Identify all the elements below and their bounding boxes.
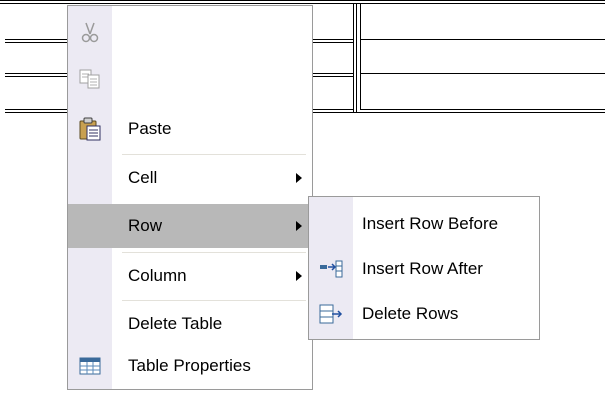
cut-icon	[78, 21, 102, 45]
menu-item-paste[interactable]: Paste	[68, 107, 312, 151]
menu-item-copy[interactable]	[68, 57, 312, 101]
insert-row-after-icon	[319, 257, 343, 281]
menu-separator	[122, 154, 306, 155]
paste-icon	[78, 117, 102, 141]
table-properties-icon	[78, 354, 102, 378]
submenu-arrow-icon	[296, 271, 302, 281]
menu-item-insert-row-after[interactable]: Insert Row After	[309, 247, 539, 291]
menu-item-cell[interactable]: Cell	[68, 156, 312, 200]
menu-item-insert-row-before[interactable]: Insert Row Before	[309, 202, 539, 246]
menu-item-label: Table Properties	[128, 356, 251, 375]
menu-item-label: Row	[128, 216, 163, 235]
menu-item-label: Insert Row Before	[362, 214, 499, 233]
menu-separator	[122, 252, 306, 253]
delete-rows-icon	[319, 302, 343, 326]
menu-item-label: Column	[128, 266, 187, 285]
menu-item-cut[interactable]	[68, 11, 312, 55]
menu-item-table-properties[interactable]: Table Properties	[68, 344, 312, 388]
row-submenu: Insert Row Before Insert Row After Delet…	[308, 196, 540, 340]
submenu-arrow-icon	[296, 173, 302, 183]
menu-item-label: Delete Rows	[362, 304, 459, 323]
menu-item-label: Insert Row After	[362, 259, 483, 278]
menu-item-label: Delete Table	[128, 314, 223, 333]
copy-icon	[78, 67, 102, 91]
table-context-menu: Paste Cell Row Column Delete Table Table	[67, 5, 313, 390]
menu-item-label: Cell	[128, 168, 158, 187]
menu-item-row[interactable]: Row	[68, 204, 312, 248]
menu-item-label: Paste	[128, 119, 172, 138]
menu-item-delete-rows[interactable]: Delete Rows	[309, 292, 539, 336]
menu-item-delete-table[interactable]: Delete Table	[68, 302, 312, 346]
menu-item-column[interactable]: Column	[68, 254, 312, 298]
menu-separator	[122, 300, 306, 301]
submenu-arrow-icon	[296, 221, 302, 231]
